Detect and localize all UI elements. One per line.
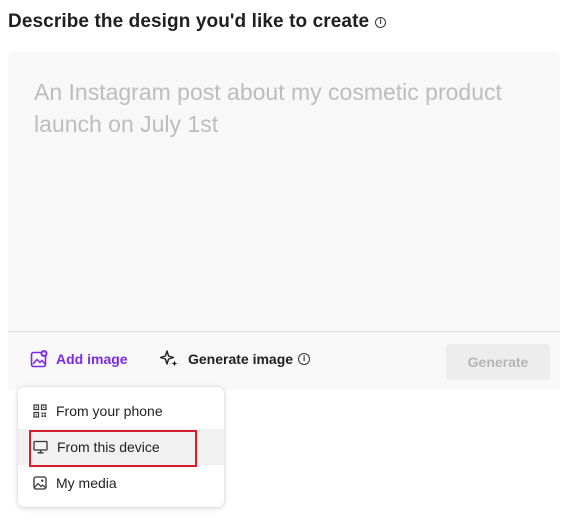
sparkle-icon — [160, 350, 178, 367]
page-title-text: Describe the design you'd like to create — [8, 11, 370, 32]
add-image-label: Add image — [56, 351, 128, 367]
menu-item-from-this-device[interactable]: From this device — [18, 429, 224, 465]
generate-image-label: Generate image — [188, 351, 294, 367]
info-icon[interactable]: i — [375, 16, 387, 28]
menu-item-label: From your phone — [56, 403, 163, 419]
qr-code-icon — [33, 404, 47, 418]
menu-item-label: My media — [56, 475, 117, 491]
design-prompt-panel: Describe the design you'd like to create… — [0, 0, 572, 522]
generate-button[interactable]: Generate — [446, 344, 550, 380]
add-image-icon — [30, 350, 48, 368]
generate-info-icon[interactable]: i — [298, 353, 311, 365]
prompt-placeholder: An Instagram post about my cosmetic prod… — [34, 79, 502, 137]
add-image-menu: From your phone From this device My medi… — [18, 387, 224, 507]
image-icon — [33, 476, 47, 490]
menu-item-label: From this device — [57, 439, 160, 455]
prompt-divider — [8, 331, 560, 332]
prompt-input[interactable]: An Instagram post about my cosmetic prod… — [8, 52, 560, 390]
monitor-icon — [33, 440, 48, 454]
menu-item-from-your-phone[interactable]: From your phone — [18, 393, 224, 429]
page-title: Describe the design you'd like to create… — [8, 11, 387, 33]
generate-image-button[interactable]: Generate image i — [160, 350, 311, 368]
menu-item-my-media[interactable]: My media — [18, 465, 224, 501]
add-image-button[interactable]: Add image — [30, 350, 128, 368]
